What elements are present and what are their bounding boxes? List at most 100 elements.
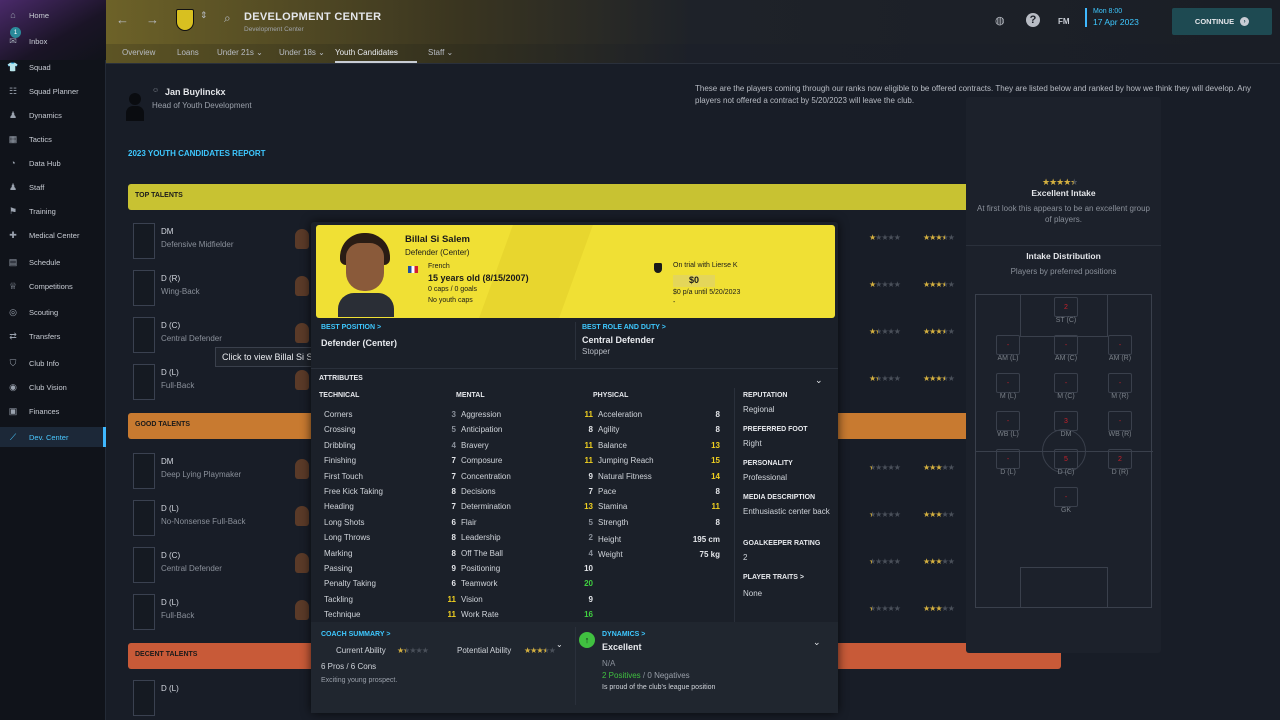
help-icon[interactable]: ? (1026, 13, 1040, 27)
sidebar-item-label: Dev. Center (29, 432, 69, 442)
candidate-face[interactable] (295, 459, 309, 479)
attribute-label: Marking (324, 548, 353, 558)
tab-under-21s[interactable]: Under 21s ⌄ (217, 48, 263, 57)
sidebar-item-medical-center[interactable]: ✚ Medical Center (0, 225, 106, 245)
candidate-face[interactable] (295, 370, 309, 390)
pitch-slot[interactable]: 3 DM (1053, 411, 1079, 438)
candidate-face[interactable] (295, 600, 309, 620)
candidate-face[interactable] (295, 553, 309, 573)
report-title: 2023 YOUTH CANDIDATES REPORT (128, 149, 266, 158)
data-hub-icon: ◔ (10, 158, 16, 168)
chevron-down-icon[interactable]: ⌄ (556, 640, 563, 649)
best-role-link[interactable]: BEST ROLE AND DUTY > (582, 324, 666, 331)
sidebar-item-dynamics[interactable]: ♟ Dynamics (0, 105, 106, 125)
sidebar-item-data-hub[interactable]: ◔ Data Hub (0, 153, 106, 173)
pitch-slot[interactable]: 2D (R) (1107, 449, 1133, 476)
attribute-natural-fitness: Natural Fitness 14 (598, 472, 720, 487)
chevron-down-icon[interactable]: ⌄ (813, 637, 821, 648)
pitch-slot[interactable]: 2 ST (C) (1053, 297, 1079, 324)
attribute-label: Heading (324, 502, 354, 512)
attribute-weight: Weight 75 kg (598, 550, 720, 565)
slot-label: D (C) (1057, 469, 1075, 476)
globe-icon[interactable]: ◍ (995, 14, 1005, 27)
pitch-slot[interactable]: -M (C) (1053, 373, 1079, 400)
tab-under-18s[interactable]: Under 18s ⌄ (279, 48, 325, 57)
candidate-face[interactable] (295, 229, 309, 249)
position-map-icon (133, 594, 155, 630)
pitch-slot[interactable]: - AM (L) (995, 335, 1021, 362)
pitch-slot[interactable]: - GK (1053, 487, 1079, 514)
coach-summary-link[interactable]: COACH SUMMARY > (321, 631, 390, 638)
slot-count: 2 (1054, 297, 1078, 317)
search-icon[interactable]: ⌕ (224, 11, 231, 26)
player-name[interactable]: Billal Si Salem (405, 234, 470, 245)
dynamics-link[interactable]: DYNAMICS > (602, 631, 645, 638)
attribute-tackling: Tackling 11 (324, 595, 456, 610)
candidate-face[interactable] (295, 276, 309, 296)
candidate-face[interactable] (295, 323, 309, 343)
attribute-label: Natural Fitness (598, 471, 652, 481)
sidebar-item-competitions[interactable]: ♕ Competitions (0, 276, 106, 296)
pitch-slot[interactable]: - AM (C) (1053, 335, 1079, 362)
sidebar-item-dev-center[interactable]: ⟋ Dev. Center (0, 427, 106, 447)
attribute-strength: Strength 8 (598, 518, 720, 533)
potential-ability-stars: ★★★★★ (923, 557, 955, 566)
sidebar-item-schedule[interactable]: ▤ Schedule (0, 252, 106, 272)
fm-menu[interactable]: FM (1058, 17, 1070, 26)
sidebar-item-staff[interactable]: ♟ Staff (0, 177, 106, 197)
date-time: Mon 8:00 (1093, 8, 1123, 15)
tab-overview[interactable]: Overview (122, 48, 155, 57)
attribute-label: Acceleration (598, 410, 643, 419)
position-map-icon (133, 453, 155, 489)
sidebar-item-inbox[interactable]: ✉ 1 Inbox (0, 27, 106, 51)
tactics-icon: ▦ (8, 133, 18, 144)
tab-loans[interactable]: Loans (177, 48, 199, 57)
player-traits-link[interactable]: PLAYER TRAITS > (743, 574, 804, 581)
dynamics-counts: 2 Positives / 0 Negatives (602, 671, 690, 680)
tab-youth-candidates[interactable]: Youth Candidates (335, 48, 417, 63)
sidebar-item-tactics[interactable]: ▦ Tactics (0, 129, 106, 149)
forward-arrow-icon[interactable]: → (146, 12, 159, 27)
best-position-link[interactable]: BEST POSITION > (321, 324, 381, 331)
sidebar-item-scouting[interactable]: ◎ Scouting (0, 302, 106, 322)
candidate-face[interactable] (295, 506, 309, 526)
head-of-youth-name[interactable]: Jan Buylinckx (165, 87, 226, 97)
attribute-label: Flair (461, 517, 477, 527)
chevron-updown-icon[interactable]: ⇕ (200, 10, 208, 21)
sidebar-item-transfers[interactable]: ⇄ Transfers (0, 326, 106, 346)
attribute-label: Crossing (324, 425, 356, 435)
band-top-talents: TOP TALENTS (128, 184, 1061, 210)
pitch-slot[interactable]: - AM (R) (1107, 335, 1133, 362)
attribute-label: Decisions (461, 487, 496, 496)
sidebar-item-squad-planner[interactable]: ☷ Squad Planner (0, 81, 106, 101)
pitch-slot[interactable]: 5D (C) (1053, 449, 1079, 476)
slot-count: 2 (1108, 449, 1132, 469)
back-arrow-icon[interactable]: ← (116, 12, 129, 27)
sidebar-item-club-vision[interactable]: ◉ Club Vision (0, 377, 106, 397)
attribute-value: 11 (447, 610, 456, 620)
attribute-agility: Agility 8 (598, 425, 720, 440)
attribute-value: 8 (451, 548, 456, 558)
attribute-value: 13 (711, 440, 720, 450)
pitch-slot[interactable]: -D (L) (995, 449, 1021, 476)
goalkeeper-rating-value: 2 (743, 553, 748, 562)
sidebar-item-squad[interactable]: 👕 Squad (0, 57, 106, 77)
club-crest-icon[interactable] (176, 9, 194, 31)
pitch-slot[interactable]: - WB (L) (995, 411, 1021, 438)
sidebar-item-home[interactable]: ⌂ Home (0, 5, 106, 25)
pitch-slot[interactable]: - WB (R) (1107, 411, 1133, 438)
potential-ability-stars: ★★★★★ (923, 604, 955, 613)
chevron-down-icon[interactable]: ⌄ (815, 375, 823, 386)
sidebar-item-training[interactable]: ⚑ Training (0, 201, 106, 221)
pitch-slot[interactable]: -M (L) (995, 373, 1021, 400)
player-portrait[interactable] (332, 233, 398, 317)
attribute-leadership: Leadership 2 (461, 533, 593, 548)
sidebar-item-finances[interactable]: ▣ Finances (0, 401, 106, 421)
tab-staff[interactable]: Staff ⌄ (428, 48, 453, 57)
pitch-slot[interactable]: -M (R) (1107, 373, 1133, 400)
distribution-title: Intake Distribution (1026, 251, 1101, 261)
intake-description: At first look this appears to be an exce… (977, 204, 1150, 224)
divider (575, 627, 576, 705)
continue-button[interactable]: CONTINUE › (1172, 8, 1272, 35)
sidebar-item-club-info[interactable]: ⛉ Club Info (0, 353, 106, 373)
